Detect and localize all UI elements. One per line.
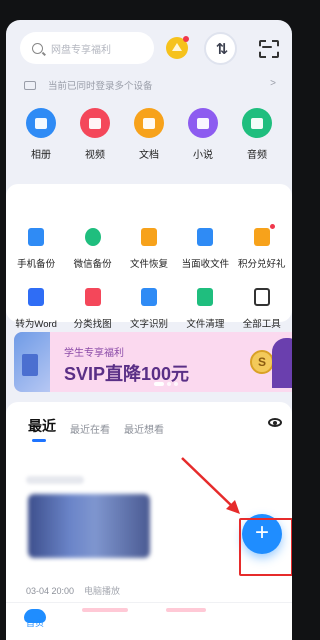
notification-dot — [183, 36, 189, 42]
search-icon — [32, 42, 43, 54]
category-novels[interactable]: 小说 — [176, 108, 230, 161]
tool-ocr[interactable]: 文字识别 — [121, 288, 177, 330]
nav-placeholder — [82, 608, 128, 612]
recent-tabs: 最近 最近在看 最近想看 — [28, 416, 164, 442]
category-videos[interactable]: 视频 — [68, 108, 122, 161]
tool-label: 全部工具 — [242, 319, 281, 330]
tool-label: 当面收文件 — [181, 259, 230, 270]
category-documents[interactable]: 文档 — [122, 108, 176, 161]
banner-illustration — [14, 332, 50, 392]
category-photos[interactable]: 相册 — [14, 108, 68, 161]
ocr-icon — [140, 288, 157, 306]
category-audio[interactable]: 音频 — [230, 108, 284, 161]
tool-label: 文件清理 — [186, 319, 225, 330]
recent-item-meta: 03-04 20:00 电脑播放 — [26, 584, 120, 597]
category-label: 相册 — [31, 150, 51, 161]
promo-banner[interactable]: 学生专享福利 SVIP直降100元 S — [14, 332, 292, 392]
tab-recent[interactable]: 最近 — [28, 416, 56, 442]
cleanup-icon — [197, 288, 214, 306]
tools-row: 转为Word 分类找图 文字识别 文件清理 全部工具 — [6, 288, 292, 330]
tools-row: 手机备份 微信备份 文件恢复 当面收文件 积分兑好礼 — [6, 224, 292, 270]
tool-phone-backup[interactable]: 手机备份 — [8, 228, 64, 270]
tool-convert-word[interactable]: 转为Word — [8, 288, 64, 330]
tools-card: 手机备份 微信备份 文件恢复 当面收文件 积分兑好礼 转为Word 分类找图 文… — [6, 184, 292, 330]
tab-want-to-watch[interactable]: 最近想看 — [124, 421, 164, 436]
tool-file-restore[interactable]: 文件恢复 — [121, 228, 177, 270]
tool-label: 分类找图 — [73, 319, 112, 330]
tool-label: 文字识别 — [129, 319, 168, 330]
file-restore-icon — [140, 228, 157, 246]
video-icon — [80, 108, 110, 138]
tool-wechat-backup[interactable]: 微信备份 — [65, 228, 121, 270]
app-screen: 网盘专享福利 ⇅ 当前已同时登录多个设备 > 相册 视频 文档 小说 音频 手机… — [6, 20, 292, 640]
recent-item-title — [26, 476, 84, 484]
transfer-button[interactable]: ⇅ — [204, 32, 237, 65]
device-notice-text: 当前已同时登录多个设备 — [48, 81, 153, 92]
tool-label: 手机备份 — [17, 259, 56, 270]
search-placeholder: 网盘专享福利 — [51, 44, 111, 56]
phone-backup-icon — [28, 228, 45, 246]
all-tools-icon — [253, 288, 270, 306]
tool-file-cleanup[interactable]: 文件清理 — [177, 288, 233, 330]
mascot-illustration — [272, 338, 292, 388]
book-icon — [188, 108, 218, 138]
tool-all-tools[interactable]: 全部工具 — [234, 288, 290, 330]
category-label: 视频 — [85, 150, 105, 161]
tool-label: 微信备份 — [73, 259, 112, 270]
nav-home-label[interactable]: 首页 — [26, 616, 44, 629]
device-notice[interactable]: 当前已同时登录多个设备 > — [24, 78, 276, 92]
carousel-dots — [154, 382, 178, 386]
tool-label: 转为Word — [15, 319, 57, 330]
photo-icon — [26, 108, 56, 138]
tool-label: 积分兑好礼 — [237, 259, 286, 270]
tab-recently-watched[interactable]: 最近在看 — [70, 421, 110, 436]
media-category-row: 相册 视频 文档 小说 音频 — [14, 108, 284, 161]
recent-item-thumbnail[interactable] — [28, 494, 150, 558]
scan-icon[interactable] — [258, 39, 276, 55]
music-icon — [242, 108, 272, 138]
vip-crown-icon[interactable] — [166, 36, 189, 59]
wechat-icon — [84, 228, 101, 246]
recent-item-time: 03-04 20:00 — [26, 586, 75, 596]
recent-card: 最近 最近在看 最近想看 03-04 20:00 电脑播放 — [6, 402, 292, 602]
tool-image-search[interactable]: 分类找图 — [65, 288, 121, 330]
notification-dot — [269, 224, 275, 229]
search-bar[interactable]: 网盘专享福利 — [20, 32, 154, 64]
tool-label: 文件恢复 — [129, 259, 168, 270]
eye-icon[interactable] — [268, 418, 282, 427]
recent-item-source: 电脑播放 — [84, 586, 121, 596]
receive-file-icon — [197, 228, 214, 246]
document-icon — [134, 108, 164, 138]
category-label: 小说 — [193, 150, 213, 161]
devices-icon — [24, 80, 36, 90]
word-icon — [28, 288, 45, 306]
tool-receive-file[interactable]: 当面收文件 — [177, 228, 233, 270]
add-button[interactable]: + — [242, 514, 282, 554]
bottom-nav — [6, 602, 292, 640]
category-label: 音频 — [247, 150, 267, 161]
chevron-right-icon: > — [270, 78, 276, 89]
category-label: 文档 — [139, 150, 159, 161]
gift-icon — [253, 224, 275, 246]
tool-points-gift[interactable]: 积分兑好礼 — [234, 224, 290, 270]
image-search-icon — [84, 288, 101, 306]
nav-placeholder — [166, 608, 206, 612]
svip-coin-icon: S — [250, 350, 274, 374]
banner-subtitle: 学生专享福利 — [64, 348, 124, 359]
